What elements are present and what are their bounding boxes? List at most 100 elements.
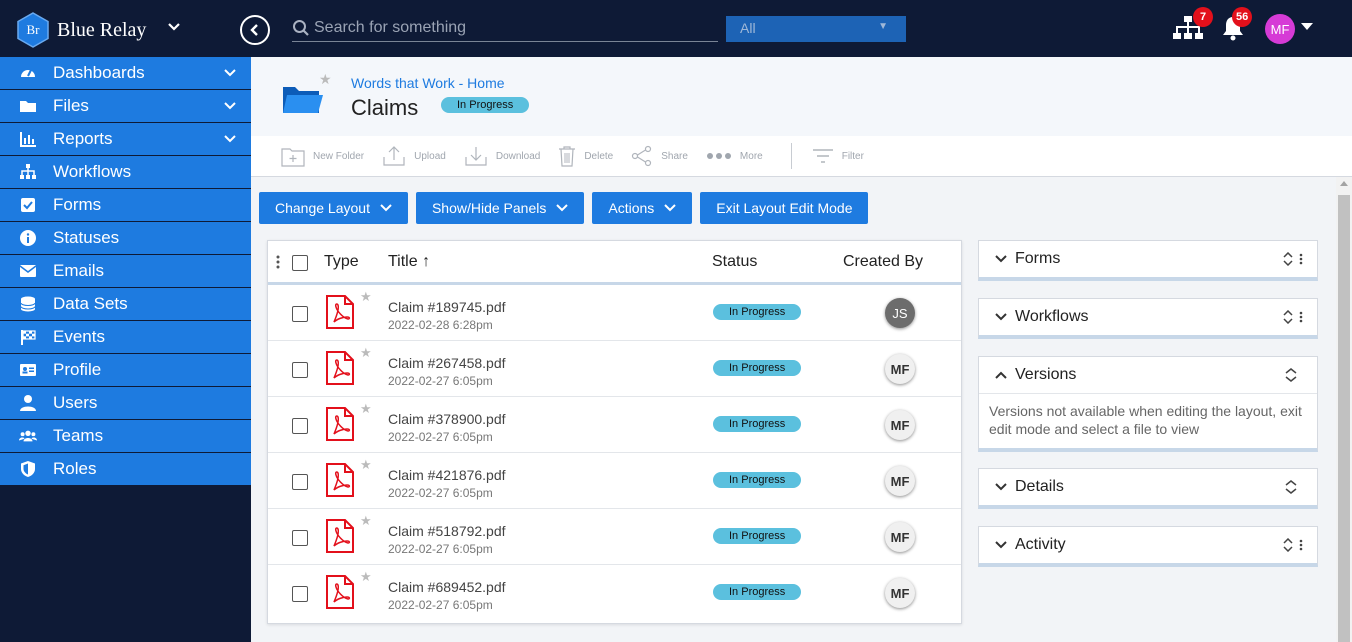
file-name[interactable]: Claim #689452.pdf (388, 579, 506, 595)
sidebar-item-files[interactable]: Files (0, 90, 251, 122)
select-all-checkbox[interactable] (292, 255, 308, 271)
activity-panel-header[interactable]: Activity (979, 527, 1317, 563)
sidebar-item-users[interactable]: Users (0, 387, 251, 419)
details-panel: Details (978, 468, 1318, 509)
table-row[interactable]: ★ Claim #378900.pdf 2022-02-27 6:05pm In… (268, 397, 961, 453)
creator-avatar: MF (885, 578, 915, 608)
row-checkbox[interactable] (292, 362, 308, 378)
actions-button[interactable]: Actions (592, 192, 693, 224)
row-checkbox[interactable] (292, 474, 308, 490)
kebab-menu-icon[interactable] (276, 255, 280, 269)
file-name[interactable]: Claim #518792.pdf (388, 523, 506, 539)
table-row[interactable]: ★ Claim #267458.pdf 2022-02-27 6:05pm In… (268, 341, 961, 397)
reorder-arrows-icon[interactable] (1283, 252, 1293, 266)
forms-panel-header[interactable]: Forms (979, 241, 1317, 277)
vertical-scrollbar[interactable] (1336, 177, 1352, 642)
exit-layout-edit-button[interactable]: Exit Layout Edit Mode (700, 192, 869, 224)
activity-panel-title: Activity (1015, 536, 1066, 553)
sidebar-item-workflows[interactable]: Workflows (0, 156, 251, 188)
sidebar-item-profile[interactable]: Profile (0, 354, 251, 386)
search-scope-value: All (740, 20, 756, 36)
file-name[interactable]: Claim #189745.pdf (388, 299, 506, 315)
status-badge: In Progress (713, 304, 802, 320)
show-hide-panels-button[interactable]: Show/Hide Panels (415, 192, 585, 224)
row-checkbox[interactable] (292, 306, 308, 322)
toolbar-divider (790, 143, 792, 169)
details-panel-header[interactable]: Details (979, 469, 1317, 505)
layout-button-row: Change Layout Show/Hide Panels Actions E… (259, 192, 876, 224)
reorder-arrows-icon[interactable] (1283, 310, 1293, 324)
sidebar-item-data-sets[interactable]: Data Sets (0, 288, 251, 320)
reorder-arrows-icon[interactable] (1283, 538, 1293, 552)
sidebar-item-label: Roles (53, 459, 97, 478)
versions-panel-header[interactable]: Versions (979, 357, 1317, 393)
sidebar-item-emails[interactable]: Emails (0, 255, 251, 287)
favorite-star-icon[interactable]: ★ (319, 71, 332, 88)
kebab-menu-icon[interactable] (1299, 539, 1303, 551)
sidebar-item-teams[interactable]: Teams (0, 420, 251, 452)
file-name[interactable]: Claim #267458.pdf (388, 355, 506, 371)
sidebar-item-events[interactable]: Events (0, 321, 251, 353)
breadcrumb[interactable]: Words that Work - Home (351, 75, 505, 91)
sidebar-item-statuses[interactable]: Statuses (0, 222, 251, 254)
column-header-type[interactable]: Type (324, 253, 359, 271)
column-header-title[interactable]: Title ↑ (388, 253, 430, 271)
sidebar-item-label: Reports (53, 129, 113, 148)
logo-text: Br (27, 22, 41, 37)
workflows-panel-header[interactable]: Workflows (979, 299, 1317, 335)
kebab-menu-icon[interactable] (1299, 311, 1303, 323)
kebab-menu-icon[interactable] (1299, 253, 1303, 265)
pdf-file-icon (326, 295, 354, 329)
activity-panel: Activity (978, 526, 1318, 567)
table-row[interactable]: ★ Claim #689452.pdf 2022-02-27 6:05pm In… (268, 565, 961, 621)
filter-button[interactable]: Filter (812, 147, 864, 165)
workflows-panel-title: Workflows (1015, 308, 1089, 325)
change-layout-button[interactable]: Change Layout (259, 192, 408, 224)
scroll-up-arrow-icon[interactable] (1340, 181, 1348, 186)
favorite-star-icon[interactable]: ★ (360, 401, 372, 417)
user-menu-caret-icon[interactable] (1301, 23, 1313, 30)
share-button[interactable]: Share (631, 145, 688, 167)
sidebar-item-roles[interactable]: Roles (0, 453, 251, 485)
favorite-star-icon[interactable]: ★ (360, 289, 372, 305)
back-button[interactable] (240, 15, 270, 45)
download-button[interactable]: Download (464, 145, 540, 167)
table-row[interactable]: ★ Claim #518792.pdf 2022-02-27 6:05pm In… (268, 509, 961, 565)
user-avatar[interactable]: MF (1265, 14, 1295, 44)
file-name[interactable]: Claim #378900.pdf (388, 411, 506, 427)
reorder-arrows-icon[interactable] (1285, 368, 1297, 382)
user-icon (0, 394, 53, 412)
new-folder-button[interactable]: New Folder (281, 145, 364, 167)
delete-button[interactable]: Delete (558, 145, 613, 167)
table-row[interactable]: ★ Claim #189745.pdf 2022-02-28 6:28pm In… (268, 285, 961, 341)
sidebar-item-dashboards[interactable]: Dashboards (0, 57, 251, 89)
search-scope-select[interactable]: All ▼ (726, 16, 906, 42)
column-header-status[interactable]: Status (712, 253, 757, 271)
sidebar-item-reports[interactable]: Reports (0, 123, 251, 155)
favorite-star-icon[interactable]: ★ (360, 345, 372, 361)
checkbox-icon (0, 196, 53, 214)
row-checkbox[interactable] (292, 530, 308, 546)
file-name[interactable]: Claim #421876.pdf (388, 467, 506, 483)
table-row[interactable]: ★ Claim #421876.pdf 2022-02-27 6:05pm In… (268, 453, 961, 509)
chevron-down-icon (556, 204, 569, 212)
pdf-file-icon (326, 407, 354, 441)
row-checkbox[interactable] (292, 418, 308, 434)
favorite-star-icon[interactable]: ★ (360, 569, 372, 585)
brand-name[interactable]: Blue Relay (57, 19, 146, 42)
page-title: Claims (351, 95, 419, 120)
brand-logo-icon[interactable]: Br (16, 12, 50, 48)
sidebar-item-forms[interactable]: Forms (0, 189, 251, 221)
versions-panel-title: Versions (1015, 366, 1077, 383)
favorite-star-icon[interactable]: ★ (360, 513, 372, 529)
column-header-created-by[interactable]: Created By (843, 253, 923, 271)
more-button[interactable]: More (706, 151, 763, 162)
favorite-star-icon[interactable]: ★ (360, 457, 372, 473)
brand-chevron-down-icon[interactable] (168, 19, 180, 35)
scrollbar-thumb[interactable] (1338, 195, 1350, 642)
upload-button[interactable]: Upload (382, 145, 446, 167)
search-input[interactable] (314, 18, 704, 37)
row-checkbox[interactable] (292, 586, 308, 602)
pdf-file-icon (326, 463, 354, 497)
reorder-arrows-icon[interactable] (1285, 480, 1297, 494)
